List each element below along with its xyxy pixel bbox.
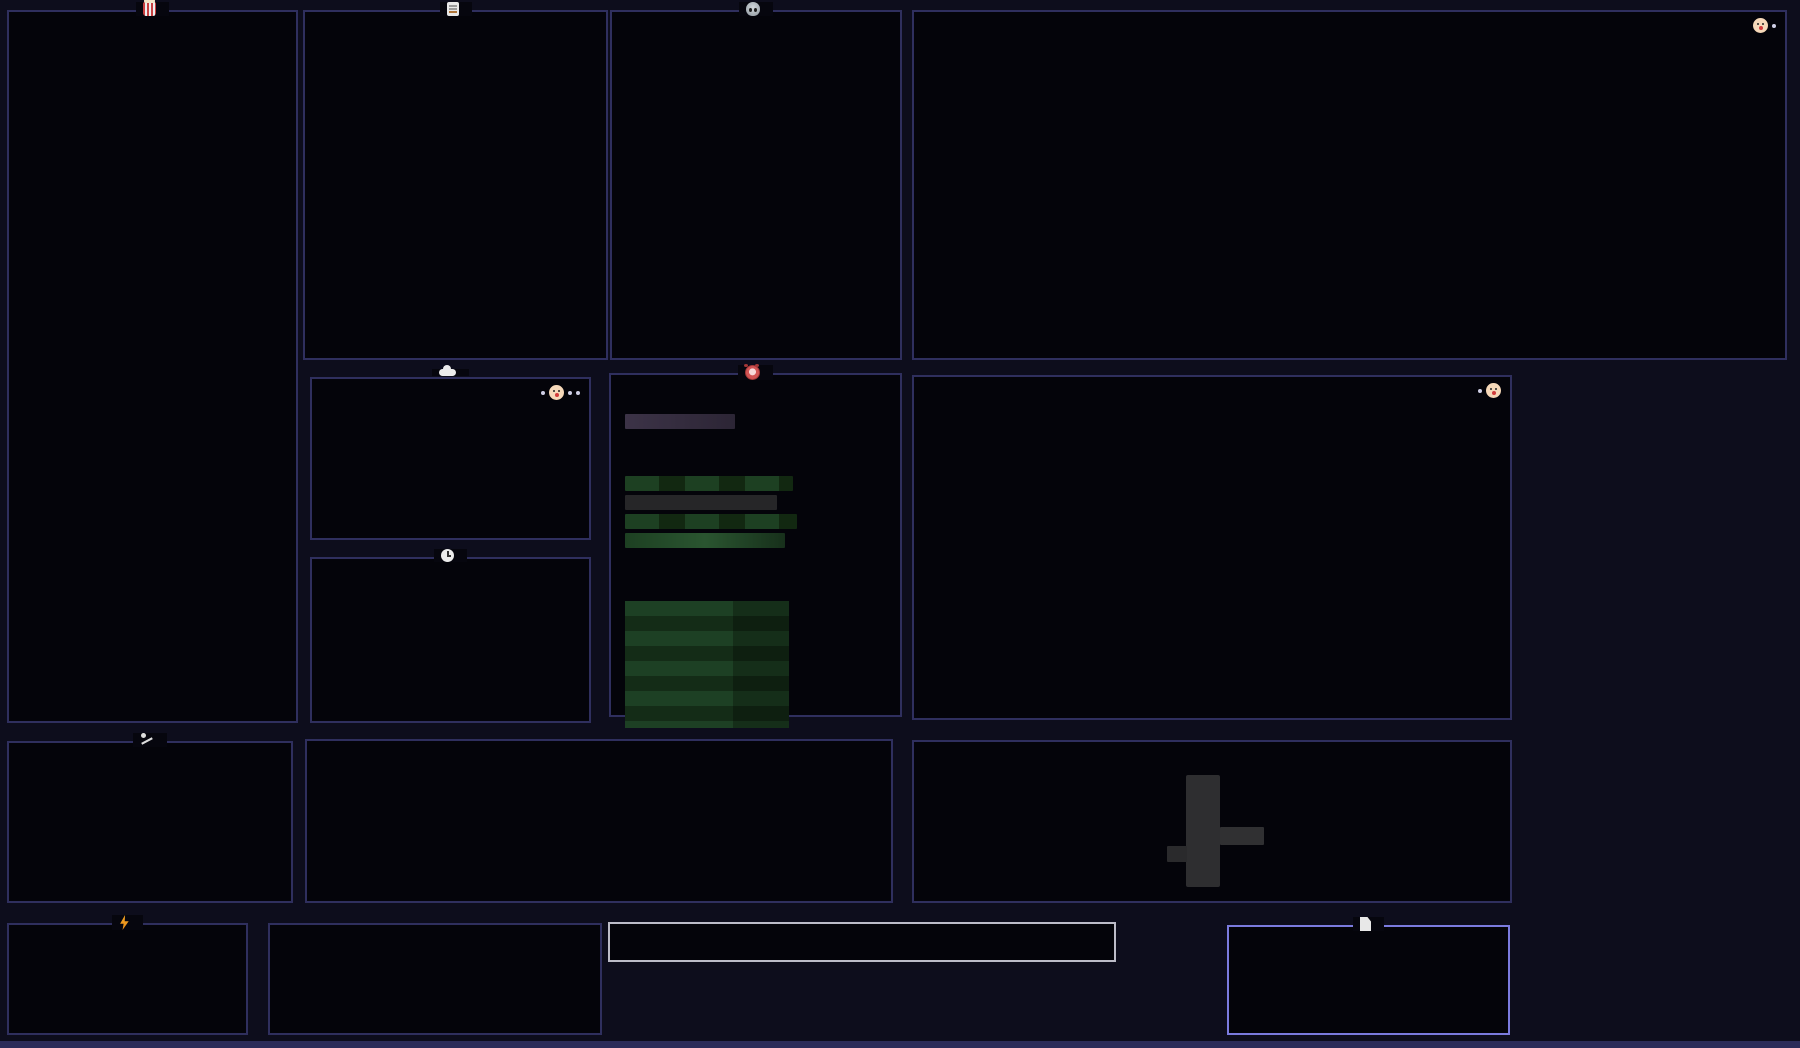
panel-weather[interactable] [310,377,591,540]
redacted-text [625,414,735,429]
panel-security[interactable] [7,741,293,903]
panel-build[interactable] [268,923,602,1035]
window-bottom-edge [0,1041,1800,1048]
panel-notes[interactable] [1227,925,1510,1035]
weather-panel-title [312,369,589,376]
redacted-schedule [733,601,789,728]
redacted-text [1186,775,1220,887]
panel-github[interactable] [912,375,1512,720]
wtf-dashboard [0,0,1800,1048]
panel-todo[interactable] [303,10,608,360]
panel-uptime[interactable] [608,922,1116,962]
panel-oncall[interactable] [609,373,902,717]
panel-newrelic[interactable] [912,740,1512,903]
cloud-icon [439,369,456,376]
panel-git[interactable] [912,10,1787,360]
redacted-text [1220,827,1264,845]
redacted-text [625,476,793,491]
redacted-text [1167,846,1187,862]
redacted-text [625,495,777,510]
redacted-text [625,514,797,529]
panel-jira[interactable] [305,739,893,903]
redacted-text [625,533,785,548]
panel-power[interactable] [7,923,248,1035]
panel-calendar[interactable] [7,10,298,723]
panel-world-clocks[interactable] [310,557,591,723]
redacted-schedule [625,601,733,728]
panel-away[interactable] [610,10,902,360]
